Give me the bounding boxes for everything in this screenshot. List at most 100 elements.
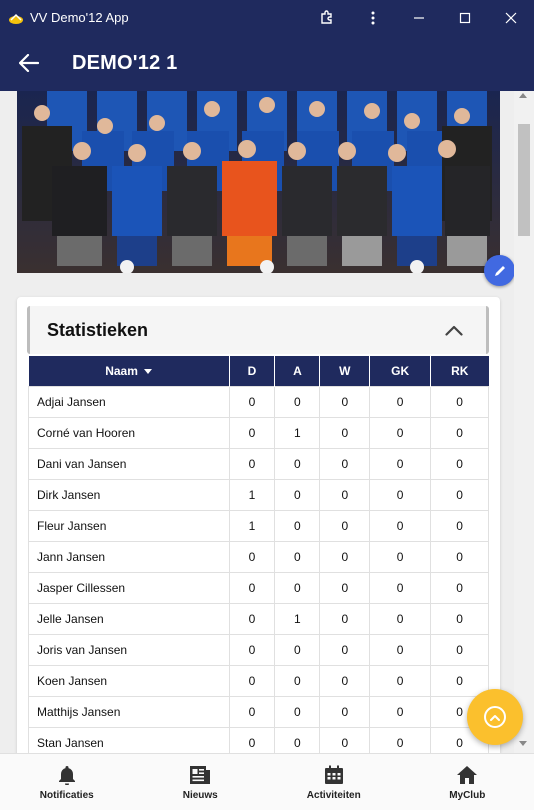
cell-gk: 0: [369, 478, 432, 511]
scroll-thumb[interactable]: [518, 124, 530, 236]
player-name: Dirk Jansen: [28, 478, 230, 511]
column-header-rk[interactable]: RK: [430, 356, 489, 386]
cell-w: 0: [319, 540, 371, 573]
table-row: Dirk Jansen 1 0 0 0 0: [28, 478, 489, 511]
cell-gk: 0: [369, 447, 432, 480]
column-header-w[interactable]: W: [319, 356, 371, 386]
cell-rk: 0: [430, 478, 489, 511]
back-arrow-icon[interactable]: [0, 35, 58, 91]
cell-d: 0: [228, 447, 276, 480]
nav-item-nieuws[interactable]: Nieuws: [134, 754, 268, 810]
table-row: Matthijs Jansen 0 0 0 0 0: [28, 695, 489, 728]
cell-d: 0: [228, 726, 276, 753]
stats-table: Naam D A W GK RK Adjai Jansen 0 0 0 0 0 Corné…: [28, 356, 489, 753]
cell-a: 0: [274, 447, 321, 480]
sort-down-icon: [143, 369, 152, 375]
nav-label: MyClub: [449, 790, 486, 801]
minimize-button[interactable]: [396, 0, 442, 35]
cell-rk: 0: [430, 602, 489, 635]
player-name: Jann Jansen: [28, 540, 230, 573]
cell-a: 0: [274, 540, 321, 573]
table-row: Stan Jansen 0 0 0 0 0: [28, 726, 489, 753]
cell-a: 1: [274, 602, 321, 635]
cell-rk: 0: [430, 416, 489, 449]
column-header-gk[interactable]: GK: [369, 356, 432, 386]
cell-a: 1: [274, 416, 321, 449]
cell-a: 0: [274, 571, 321, 604]
player-name: Dani van Jansen: [28, 447, 230, 480]
scrollbar[interactable]: [514, 91, 534, 753]
nav-label: Notificaties: [39, 790, 94, 801]
cell-gk: 0: [369, 664, 432, 697]
cell-w: 0: [319, 695, 371, 728]
cell-w: 0: [319, 385, 371, 418]
cell-rk: 0: [430, 571, 489, 604]
cell-d: 1: [228, 509, 276, 542]
more-menu-icon[interactable]: [350, 0, 396, 35]
cell-gk: 0: [369, 726, 432, 753]
cell-gk: 0: [369, 385, 432, 418]
scroll-down-icon[interactable]: [519, 741, 527, 746]
cell-d: 1: [228, 478, 276, 511]
cell-d: 0: [228, 602, 276, 635]
cell-gk: 0: [369, 571, 432, 604]
cell-d: 0: [228, 633, 276, 666]
cell-d: 0: [228, 540, 276, 573]
table-row: Adjai Jansen 0 0 0 0 0: [28, 385, 489, 418]
cell-d: 0: [228, 664, 276, 697]
stats-card-header[interactable]: Statistieken: [27, 306, 489, 354]
app-logo-icon: [8, 12, 24, 24]
cell-w: 0: [319, 478, 371, 511]
cell-w: 0: [319, 664, 371, 697]
stats-card: Statistieken Naam D A W GK RK Adjai Jans…: [17, 297, 500, 753]
player-name: Corné van Hooren: [28, 416, 230, 449]
cell-w: 0: [319, 447, 371, 480]
extensions-icon[interactable]: [304, 0, 350, 35]
team-photo: [17, 91, 500, 273]
cell-a: 0: [274, 478, 321, 511]
table-row: Koen Jansen 0 0 0 0 0: [28, 664, 489, 697]
player-name: Jelle Jansen: [28, 602, 230, 635]
nav-label: Nieuws: [182, 790, 218, 801]
close-button[interactable]: [488, 0, 534, 35]
column-header-naam[interactable]: Naam: [28, 356, 230, 386]
nav-item-myclub[interactable]: MyClub: [401, 754, 534, 810]
player-name: Matthijs Jansen: [28, 695, 230, 728]
cell-w: 0: [319, 602, 371, 635]
home-icon: [455, 763, 479, 787]
cell-w: 0: [319, 726, 371, 753]
cell-a: 0: [274, 633, 321, 666]
chevron-up-circle-icon: [484, 706, 506, 728]
nav-item-activiteiten[interactable]: Activiteiten: [267, 754, 401, 810]
pencil-icon: [494, 265, 505, 276]
calendar-icon: [322, 763, 346, 787]
player-name: Adjai Jansen: [28, 385, 230, 418]
table-row: Jelle Jansen 0 1 0 0 0: [28, 602, 489, 635]
table-row: Jann Jansen 0 0 0 0 0: [28, 540, 489, 573]
table-header-row: Naam D A W GK RK: [28, 356, 489, 386]
cell-gk: 0: [369, 416, 432, 449]
column-header-d[interactable]: D: [229, 356, 276, 386]
cell-d: 0: [228, 385, 276, 418]
bottom-navigation: Notificaties Nieuws Activiteiten MyClub: [0, 753, 534, 810]
cell-w: 0: [319, 416, 371, 449]
cell-rk: 0: [430, 540, 489, 573]
nav-label: Activiteiten: [306, 790, 361, 801]
edit-photo-button[interactable]: [484, 255, 515, 286]
chevron-up-icon[interactable]: [434, 310, 474, 350]
cell-gk: 0: [369, 509, 432, 542]
table-row: Jasper Cillessen 0 0 0 0 0: [28, 571, 489, 604]
maximize-button[interactable]: [442, 0, 488, 35]
scroll-to-top-button[interactable]: [467, 689, 523, 745]
cell-d: 0: [228, 416, 276, 449]
column-header-a[interactable]: A: [274, 356, 321, 386]
cell-d: 0: [228, 695, 276, 728]
cell-rk: 0: [430, 633, 489, 666]
table-row: Corné van Hooren 0 1 0 0 0: [28, 416, 489, 449]
cell-rk: 0: [430, 509, 489, 542]
nav-item-notificaties[interactable]: Notificaties: [0, 754, 134, 810]
cell-a: 0: [274, 695, 321, 728]
cell-gk: 0: [369, 695, 432, 728]
scroll-up-icon[interactable]: [519, 93, 527, 98]
bell-icon: [55, 763, 79, 787]
